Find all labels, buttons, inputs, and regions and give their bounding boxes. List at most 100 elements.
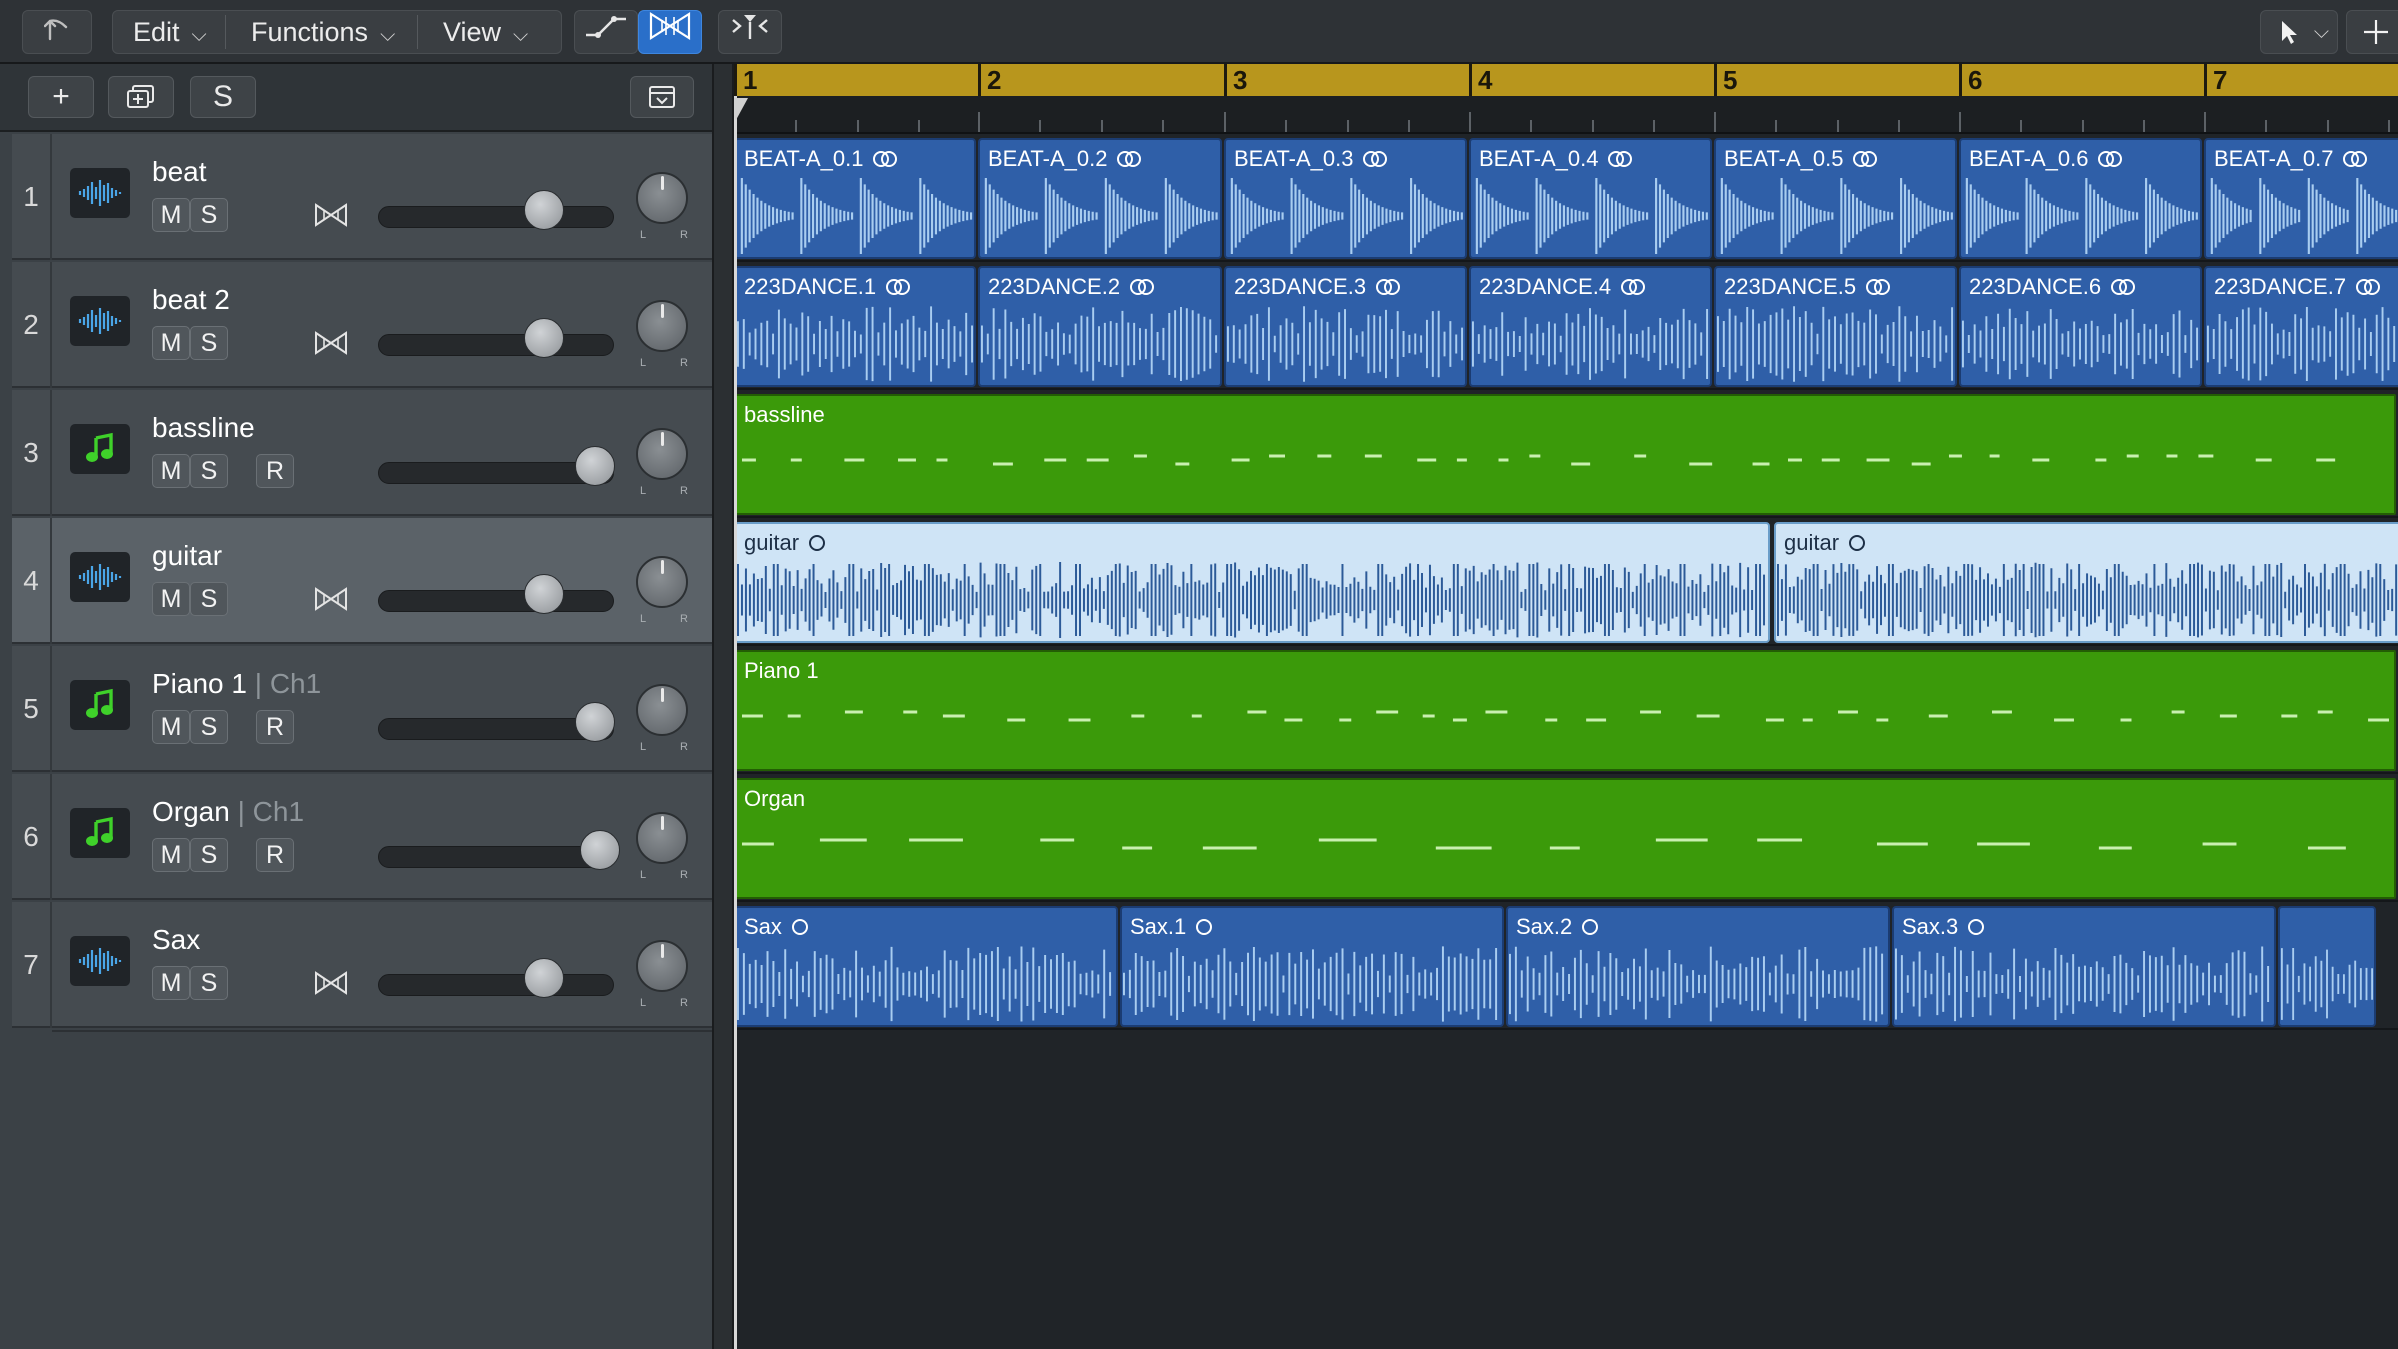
volume-slider-knob[interactable] [524,190,564,230]
track-icon[interactable] [70,552,130,602]
solo-mode-button[interactable]: S [190,76,256,118]
bar-marker[interactable]: 2 [978,64,1001,96]
playhead[interactable] [734,96,737,1349]
pan-knob[interactable] [636,172,688,224]
pan-knob[interactable] [636,684,688,736]
volume-slider-knob[interactable] [575,446,615,486]
track-flex-button[interactable] [310,326,352,360]
audio-region[interactable]: 223DANCE.1 [734,266,976,387]
track-header[interactable]: 5 Piano 1 | Ch1 MSR LR [12,646,712,772]
solo-button[interactable]: S [190,710,228,744]
volume-slider[interactable] [378,206,614,228]
audio-region[interactable]: BEAT-A_0.5 [1714,138,1957,259]
track-lane[interactable]: Organ [734,776,2398,902]
track-flex-button[interactable] [310,198,352,232]
pan-knob[interactable] [636,940,688,992]
back-button[interactable] [22,10,92,54]
bar-marker[interactable]: 3 [1224,64,1247,96]
track-name[interactable]: Piano 1 | Ch1 [152,668,321,700]
volume-slider[interactable] [378,974,614,996]
bar-marker[interactable]: 1 [734,64,757,96]
track-icon[interactable] [70,936,130,986]
add-track-button[interactable]: + [28,76,94,118]
volume-slider-knob[interactable] [524,958,564,998]
mute-button[interactable]: M [152,326,190,360]
bar-marker[interactable]: 7 [2204,64,2227,96]
volume-slider[interactable] [378,846,614,868]
solo-button[interactable]: S [190,582,228,616]
track-lane[interactable]: Piano 1 [734,648,2398,774]
track-header[interactable]: 4 guitar MS LR [12,518,712,644]
solo-button[interactable]: S [190,198,228,232]
track-header[interactable]: 7 Sax MS LR [12,902,712,1028]
track-icon[interactable] [70,168,130,218]
audio-region[interactable]: BEAT-A_0.3 [1224,138,1467,259]
track-lane[interactable]: BEAT-A_0.1 BEAT-A_0.2 BEAT-A_0.3 BEAT-A_0.4… [734,136,2398,262]
solo-button[interactable]: S [190,454,228,488]
track-lane[interactable]: Sax Sax.1 Sax.2 Sax.3 [734,904,2398,1030]
solo-button[interactable]: S [190,326,228,360]
audio-region[interactable]: 223DANCE.4 [1469,266,1712,387]
audio-region[interactable]: 223DANCE.2 [978,266,1222,387]
audio-region[interactable]: guitar [1774,522,2398,643]
playhead-handle[interactable] [734,98,748,120]
audio-region[interactable] [2278,906,2376,1027]
track-name[interactable]: Organ | Ch1 [152,796,304,828]
track-icon[interactable] [70,424,130,474]
mute-button[interactable]: M [152,838,190,872]
audio-region[interactable]: Sax.2 [1506,906,1890,1027]
pan-knob[interactable] [636,428,688,480]
track-lane[interactable]: guitar guitar [734,520,2398,646]
audio-region[interactable]: Sax [734,906,1118,1027]
volume-slider-knob[interactable] [524,318,564,358]
track-header[interactable]: 1 beat MS LR [12,134,712,260]
ruler-subdivisions[interactable] [734,96,2398,134]
menu-edit[interactable]: Edit ⌵ [133,11,207,53]
audio-region[interactable]: 223DANCE.6 [1959,266,2202,387]
track-header[interactable]: 3 bassline MSR LR [12,390,712,516]
track-header[interactable]: 6 Organ | Ch1 MSR LR [12,774,712,900]
midi-region[interactable]: bassline [734,394,2396,515]
track-flex-button[interactable] [310,966,352,1000]
audio-region[interactable]: BEAT-A_0.2 [978,138,1222,259]
tracks-area[interactable]: 1234567 BEAT-A_0.1 BEAT-A_0.2 BEAT-A_0.3 BE… [734,64,2398,1349]
panel-splitter[interactable] [712,64,734,1349]
bar-marker[interactable]: 5 [1714,64,1737,96]
pan-knob[interactable] [636,556,688,608]
audio-region[interactable]: BEAT-A_0.1 [734,138,976,259]
menu-view[interactable]: View ⌵ [443,11,528,53]
volume-slider-knob[interactable] [524,574,564,614]
solo-button[interactable]: S [190,966,228,1000]
audio-region[interactable]: Sax.3 [1892,906,2276,1027]
bar-marker[interactable]: 6 [1959,64,1982,96]
pan-knob[interactable] [636,300,688,352]
audio-region[interactable]: 223DANCE.5 [1714,266,1957,387]
solo-button[interactable]: S [190,838,228,872]
secondary-tool-menu[interactable] [2346,10,2398,54]
mute-button[interactable]: M [152,966,190,1000]
track-header[interactable]: 2 beat 2 MS LR [12,262,712,388]
track-name[interactable]: guitar [152,540,222,572]
pointer-tool-menu[interactable]: ⌵ [2260,10,2338,54]
audio-region[interactable]: 223DANCE.7 [2204,266,2398,387]
global-tracks-button[interactable] [630,76,694,118]
audio-region[interactable]: BEAT-A_0.4 [1469,138,1712,259]
record-enable-button[interactable]: R [256,710,294,744]
audio-region[interactable]: BEAT-A_0.7 [2204,138,2398,259]
mute-button[interactable]: M [152,582,190,616]
bar-ruler[interactable]: 1 2 3 4 5 6 7 [734,64,2398,96]
mute-button[interactable]: M [152,710,190,744]
record-enable-button[interactable]: R [256,454,294,488]
audio-region[interactable]: Sax.1 [1120,906,1504,1027]
volume-slider[interactable] [378,334,614,356]
catch-playhead-button[interactable] [718,10,782,54]
track-name[interactable]: bassline [152,412,255,444]
track-name[interactable]: beat 2 [152,284,230,316]
automation-button[interactable] [574,10,638,54]
bar-marker[interactable]: 4 [1469,64,1492,96]
duplicate-track-button[interactable] [108,76,174,118]
track-lane[interactable]: 223DANCE.1 223DANCE.2 223DANCE.3 223DANCE.4… [734,264,2398,390]
record-enable-button[interactable]: R [256,838,294,872]
track-name[interactable]: beat [152,156,207,188]
audio-region[interactable]: guitar [734,522,1770,643]
